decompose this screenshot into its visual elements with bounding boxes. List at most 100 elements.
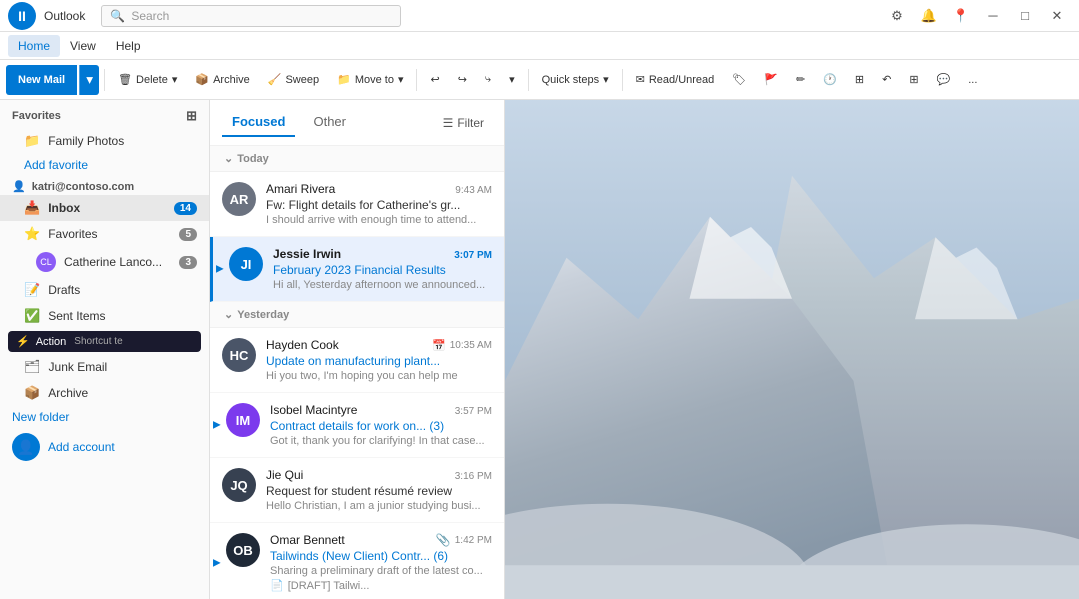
flag-button[interactable]: 🚩	[756, 65, 786, 95]
avatar-2: HC	[222, 338, 256, 372]
app-logo: II	[8, 2, 36, 30]
add-favorite-link[interactable]: Add favorite	[0, 154, 209, 176]
tab-other[interactable]: Other	[303, 108, 356, 137]
expand-arrow-5: ▶	[213, 557, 221, 568]
search-bar[interactable]: 🔍 Search	[101, 5, 401, 27]
clock-button[interactable]: 🕐	[815, 65, 845, 95]
sidebar-item-catherine[interactable]: CL Catherine Lanco... 3	[0, 247, 209, 277]
email-item-5[interactable]: ▶ OB Omar Bennett 📎 1:42 PM Tailwinds (N…	[210, 523, 504, 599]
window-controls: ⚙ 🔔 📍 ─ □ ✕	[883, 5, 1071, 27]
sidebar-item-sent[interactable]: ✅ Sent Items	[0, 303, 209, 329]
tab-focused[interactable]: Focused	[222, 108, 295, 137]
star-icon: ⭐	[24, 226, 40, 242]
email-time-3: 3:57 PM	[455, 406, 492, 417]
email-preview-4: Hello Christian, I am a junior studying …	[266, 500, 492, 512]
settings-button[interactable]: ⚙	[883, 5, 911, 27]
expand-arrow-1: ▶	[216, 264, 224, 275]
more-button[interactable]: ...	[960, 65, 985, 95]
sidebar-item-add-account[interactable]: 👤 Add account	[0, 428, 209, 466]
sidebar-item-inbox[interactable]: 📥 Inbox 14	[0, 195, 209, 221]
email-subject-0: Fw: Flight details for Catherine's gr...	[266, 198, 492, 212]
email-item-0[interactable]: AR Amari Rivera 9:43 AM Fw: Flight detai…	[210, 172, 504, 237]
forward-button[interactable]: ⤷	[477, 65, 499, 95]
quick-steps-dropdown-icon: ▾	[603, 73, 609, 86]
filter-button[interactable]: ☰ Filter	[435, 112, 492, 134]
email-top-3: Isobel Macintyre 3:57 PM	[270, 403, 492, 417]
read-unread-button[interactable]: ✉ Read/Unread	[628, 65, 723, 95]
app-name: Outlook	[44, 9, 85, 23]
email-top-4: Jie Qui 3:16 PM	[266, 468, 492, 482]
email-subject-2: Update on manufacturing plant...	[266, 354, 492, 368]
close-button[interactable]: ✕	[1043, 5, 1071, 27]
archive-icon: 📦	[195, 73, 209, 86]
undo2-button[interactable]: ↶	[874, 65, 899, 95]
drafts-icon: 📝	[24, 282, 40, 298]
redo-dropdown[interactable]: ▾	[501, 65, 523, 95]
email-preview-1: Hi all, Yesterday afternoon we announced…	[273, 279, 492, 291]
sidebar-item-drafts[interactable]: 📝 Drafts	[0, 277, 209, 303]
email-item-3[interactable]: ▶ IM Isobel Macintyre 3:57 PM Contract d…	[210, 393, 504, 458]
move-to-button[interactable]: 📁 Move to ▾	[329, 65, 411, 95]
calendar-icon-2: 📅	[432, 339, 446, 352]
action-shortcut[interactable]: ⚡ Action Shortcut te	[8, 331, 201, 352]
email-sender-2: Hayden Cook	[266, 338, 339, 352]
pen-button[interactable]: ✏	[788, 65, 813, 95]
move-icon: 📁	[337, 73, 351, 86]
email-top-1: Jessie Irwin 3:07 PM	[273, 247, 492, 261]
inbox-badge: 14	[174, 202, 197, 215]
sent-icon: ✅	[24, 308, 40, 324]
reply-button[interactable]: ↪	[450, 65, 475, 95]
sidebar-item-junk[interactable]: 🗂 Junk Email	[0, 354, 209, 380]
email-list-header: Focused Other ☰ Filter	[210, 100, 504, 146]
minimize-button[interactable]: ─	[979, 5, 1007, 27]
email-content-4: Jie Qui 3:16 PM Request for student résu…	[266, 468, 492, 512]
email-sender-4: Jie Qui	[266, 468, 303, 482]
sweep-button[interactable]: 🧹 Sweep	[260, 65, 327, 95]
junk-icon: 🗂	[24, 359, 41, 375]
sidebar-item-archive[interactable]: 📦 Archive	[0, 380, 209, 406]
email-time-5: 1:42 PM	[455, 535, 492, 546]
email-sender-1: Jessie Irwin	[273, 247, 341, 261]
maximize-button[interactable]: □	[1011, 5, 1039, 27]
email-subject-3: Contract details for work on... (3)	[270, 419, 492, 433]
separator-2	[416, 69, 417, 91]
notification-button[interactable]: 🔔	[915, 5, 943, 27]
undo-button[interactable]: ↩	[422, 65, 447, 95]
email-item-4[interactable]: JQ Jie Qui 3:16 PM Request for student r…	[210, 458, 504, 523]
sidebar-item-favorites-sub[interactable]: ⭐ Favorites 5	[0, 221, 209, 247]
chevron-yesterday-icon: ⌄	[224, 308, 233, 321]
email-top-5: Omar Bennett 📎 1:42 PM	[270, 533, 492, 547]
new-folder-link[interactable]: New folder	[0, 406, 209, 428]
chat-button[interactable]: 💬	[929, 65, 959, 95]
tag-button[interactable]: 🏷	[724, 65, 754, 95]
menu-bar: Home View Help	[0, 32, 1079, 60]
delete-icon: 🗑	[118, 73, 132, 86]
avatar-4: JQ	[222, 468, 256, 502]
quick-steps-button[interactable]: Quick steps ▾	[534, 65, 617, 95]
inbox-icon: 📥	[24, 200, 40, 216]
favorites-badge: 5	[179, 228, 197, 241]
email-preview-3: Got it, thank you for clarifying! In tha…	[270, 435, 492, 447]
section-today: ⌄ Today	[210, 146, 504, 172]
action-icon: ⚡	[16, 335, 30, 348]
email-preview-2: Hi you two, I'm hoping you can help me	[266, 370, 492, 382]
delete-button[interactable]: 🗑 Delete ▾	[110, 65, 185, 95]
chevron-today-icon: ⌄	[224, 152, 233, 165]
email-time-0: 9:43 AM	[455, 185, 492, 196]
view-button[interactable]: ⊞	[847, 65, 872, 95]
new-mail-dropdown[interactable]: ▾	[79, 65, 99, 95]
separator-3	[528, 69, 529, 91]
menu-view[interactable]: View	[60, 35, 106, 57]
sweep-icon: 🧹	[268, 73, 282, 86]
archive-button[interactable]: 📦 Archive	[187, 65, 257, 95]
menu-help[interactable]: Help	[106, 35, 151, 57]
menu-home[interactable]: Home	[8, 35, 60, 57]
grid-button[interactable]: ⊞	[901, 65, 926, 95]
email-item-1[interactable]: ▶ JI Jessie Irwin 3:07 PM February 2023 …	[210, 237, 504, 302]
email-item-2[interactable]: HC Hayden Cook 📅 10:35 AM Update on manu…	[210, 328, 504, 393]
sidebar-item-family-photos[interactable]: 📁 Family Photos	[0, 128, 209, 154]
location-button[interactable]: 📍	[947, 5, 975, 27]
read-icon: ✉	[636, 73, 645, 86]
new-mail-button[interactable]: New Mail	[6, 65, 77, 95]
email-content-3: Isobel Macintyre 3:57 PM Contract detail…	[270, 403, 492, 447]
